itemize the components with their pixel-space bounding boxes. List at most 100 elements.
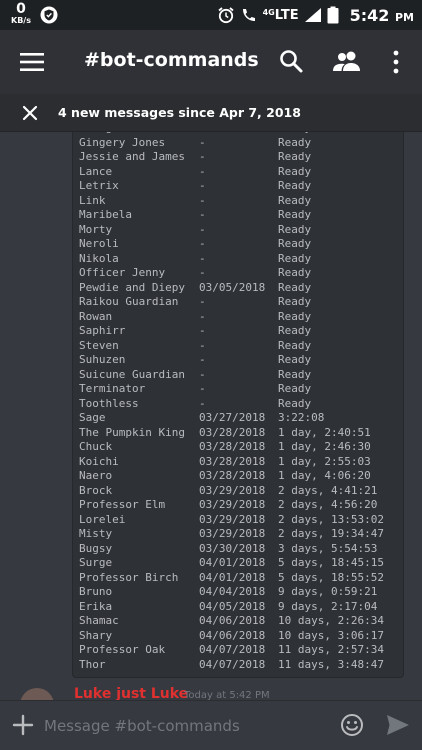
bot-date: - bbox=[199, 208, 206, 221]
bot-status: 5 days, 18:55:52 bbox=[278, 570, 384, 584]
bot-date: - bbox=[199, 295, 206, 308]
code-row: Neroli - Ready bbox=[79, 237, 403, 252]
message-input[interactable] bbox=[44, 713, 324, 739]
bot-status: 1 day, 2:46:30 bbox=[278, 440, 371, 453]
bot-name: Officer Jenny bbox=[79, 266, 166, 279]
bot-date: 03/29/2018 bbox=[199, 527, 266, 540]
code-row: Pewdie and Diepy 03/05/2018 Ready bbox=[79, 280, 403, 296]
clock-time: 5:42 bbox=[349, 5, 390, 25]
send-icon[interactable] bbox=[386, 714, 410, 736]
bot-date: - bbox=[199, 309, 206, 323]
wifi-calling-icon bbox=[242, 9, 255, 21]
more-vertical-icon[interactable] bbox=[388, 49, 404, 75]
bot-status: Ready bbox=[278, 338, 312, 352]
emoji-icon[interactable] bbox=[340, 713, 364, 737]
clock-suffix: PM bbox=[394, 10, 414, 24]
bot-name: Shamac bbox=[79, 614, 119, 627]
bot-status: Ready bbox=[278, 208, 312, 221]
bot-date: 04/07/2018 bbox=[199, 657, 266, 671]
bot-date: 03/28/2018 bbox=[199, 454, 266, 468]
message-composer bbox=[0, 700, 422, 750]
bot-name: Suicune Guardian bbox=[79, 367, 185, 381]
code-row: Rowan - Ready bbox=[79, 309, 403, 325]
bot-status: 9 days, 0:59:21 bbox=[278, 585, 378, 598]
bot-status: Ready bbox=[278, 353, 312, 366]
bot-name: Jessie and James bbox=[79, 150, 185, 163]
bot-status: Ready bbox=[278, 164, 312, 178]
alarm-clock-icon bbox=[218, 7, 234, 24]
bot-status: 3 days, 5:54:53 bbox=[278, 541, 378, 555]
message-author[interactable]: Luke just Luke bbox=[74, 686, 188, 700]
bot-date: 03/05/2018 bbox=[199, 280, 266, 294]
bot-status: Ready bbox=[278, 382, 312, 395]
bot-name: Link bbox=[79, 193, 106, 207]
bot-date: 03/28/2018 bbox=[199, 440, 266, 453]
bot-name: Terminator bbox=[79, 382, 146, 395]
bot-name: Shary bbox=[79, 628, 113, 642]
bot-date: 04/01/2018 bbox=[199, 570, 266, 584]
code-row: The Pumpkin King 03/28/2018 1 day, 2:40:51 bbox=[79, 425, 403, 441]
new-messages-banner[interactable]: 4 new messages since Apr 7, 2018 bbox=[0, 94, 422, 132]
bot-date: - bbox=[199, 324, 206, 337]
bot-name: Suhuzen bbox=[79, 353, 126, 366]
close-icon[interactable] bbox=[22, 105, 38, 121]
code-row: Bugsy 03/30/2018 3 days, 5:54:53 bbox=[79, 541, 403, 557]
bot-date: 03/28/2018 bbox=[199, 469, 266, 482]
members-icon[interactable] bbox=[332, 50, 362, 72]
bot-name: Gingery Jones bbox=[79, 135, 166, 149]
code-row: Shamac 04/06/2018 10 days, 2:26:34 bbox=[79, 614, 403, 629]
code-row: Erika 04/05/2018 9 days, 2:17:04 bbox=[79, 600, 403, 615]
bot-status: 1 day, 4:06:20 bbox=[278, 469, 371, 482]
code-row: Lorelei 03/29/2018 2 days, 13:53:02 bbox=[79, 512, 403, 528]
code-row: Saphirr - Ready bbox=[79, 324, 403, 339]
bot-name: Morty bbox=[79, 222, 113, 236]
channel-title: #bot-commands bbox=[84, 49, 259, 71]
code-row: Thor 04/07/2018 11 days, 3:48:47 bbox=[79, 657, 403, 673]
bot-name: Steven bbox=[79, 338, 119, 352]
bot-date: 04/06/2018 bbox=[199, 614, 266, 627]
bot-date: 04/07/2018 bbox=[199, 643, 266, 656]
code-row: Letrix - Ready bbox=[79, 179, 403, 194]
code-row: Terminator - Ready bbox=[79, 382, 403, 397]
bot-name: Neroli bbox=[79, 237, 119, 250]
network-type-sub: 4G bbox=[262, 7, 275, 17]
bot-status: 2 days, 13:53:02 bbox=[278, 512, 384, 526]
bot-status: 2 days, 4:56:20 bbox=[278, 498, 378, 511]
code-row: Toothless - Ready bbox=[79, 397, 403, 412]
code-row: Shary 04/06/2018 10 days, 3:06:17 bbox=[79, 628, 403, 644]
bot-date: - bbox=[199, 338, 206, 352]
bot-status: Ready bbox=[278, 324, 312, 337]
bot-name: Thor bbox=[79, 657, 106, 671]
battery-icon bbox=[327, 6, 339, 24]
bot-date: - bbox=[199, 222, 206, 236]
bot-status: 1 day, 2:40:51 bbox=[278, 425, 371, 439]
bot-status: Ready bbox=[278, 193, 312, 207]
bot-status: 3:22:08 bbox=[278, 411, 325, 424]
bot-date: - bbox=[199, 164, 206, 178]
bot-name: Sage bbox=[79, 411, 106, 424]
bot-status: 11 days, 2:57:34 bbox=[278, 643, 384, 656]
network-speed-unit: KB/s bbox=[11, 16, 31, 25]
bot-date: - bbox=[199, 179, 206, 192]
code-row: Officer Jenny - Ready bbox=[79, 266, 403, 281]
shield-check-icon bbox=[40, 6, 58, 24]
search-icon[interactable] bbox=[278, 48, 304, 74]
bot-date: - bbox=[199, 353, 206, 366]
bot-date: 04/01/2018 bbox=[199, 556, 266, 569]
bot-status: Ready bbox=[278, 222, 312, 236]
bot-name: Bugsy bbox=[79, 541, 113, 555]
avatar[interactable] bbox=[20, 688, 54, 700]
bot-name: Nikola bbox=[79, 251, 119, 265]
code-block: George-ReadyGingery Jones-ReadyJessie an… bbox=[72, 132, 404, 678]
plus-icon[interactable] bbox=[12, 714, 34, 736]
code-row: Misty 03/29/2018 2 days, 19:34:47 bbox=[79, 527, 403, 542]
bot-date: - bbox=[199, 193, 206, 207]
menu-icon[interactable] bbox=[20, 50, 44, 74]
code-block-rows: George-ReadyGingery Jones-ReadyJessie an… bbox=[79, 132, 403, 673]
bot-status: 10 days, 2:26:34 bbox=[278, 614, 384, 627]
bot-name: Brock bbox=[79, 483, 113, 497]
bot-status: 5 days, 18:45:15 bbox=[278, 556, 384, 569]
code-row: Bruno 04/04/2018 9 days, 0:59:21 bbox=[79, 585, 403, 600]
signal-strength-icon bbox=[304, 8, 321, 22]
new-messages-text: 4 new messages since Apr 7, 2018 bbox=[58, 105, 301, 120]
